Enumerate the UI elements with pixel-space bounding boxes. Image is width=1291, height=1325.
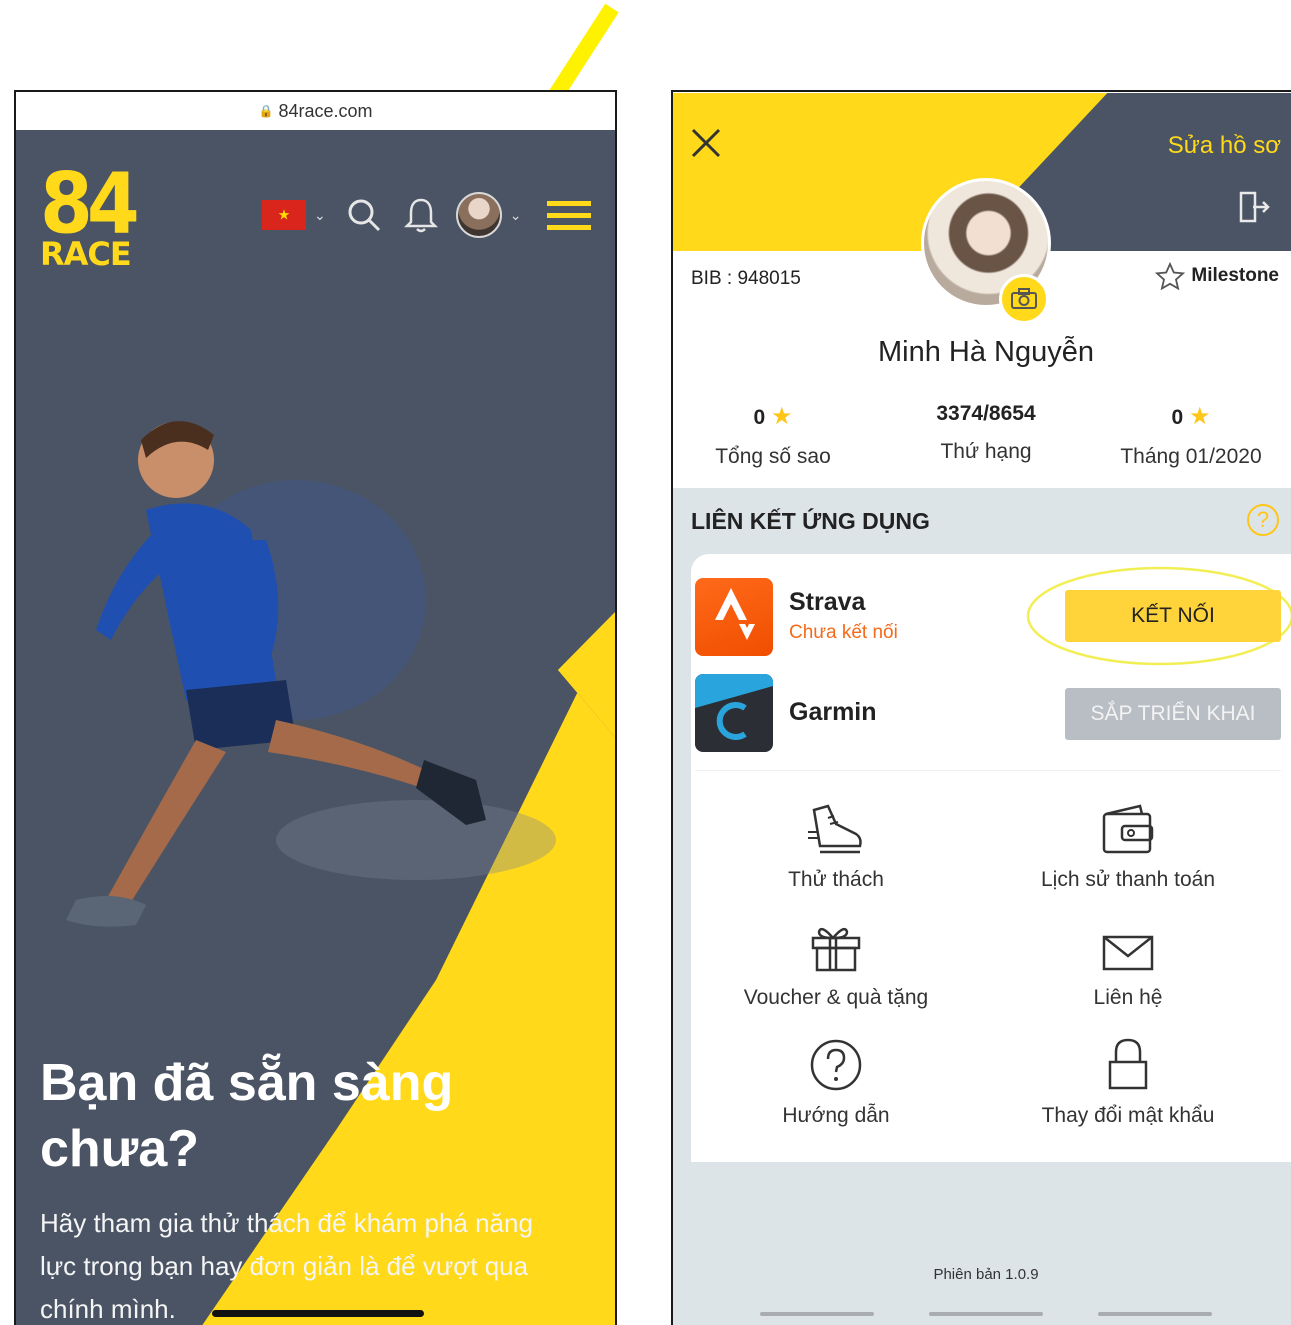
app-name-garmin: Garmin xyxy=(789,698,877,726)
strava-logo-icon xyxy=(695,578,773,656)
website-phone-screen: 🔒 84race.com 84 RACE ★ ⌄ ⌄ Bạn đã sẵn sà… xyxy=(14,90,617,1325)
profile-name: Minh Hà Nguyễn xyxy=(878,336,1094,368)
close-icon[interactable] xyxy=(689,126,723,160)
home-indicator[interactable] xyxy=(212,1310,424,1317)
84race-logo[interactable]: 84 RACE xyxy=(40,161,140,270)
vietnam-flag-icon[interactable]: ★ xyxy=(262,200,306,230)
bell-icon[interactable] xyxy=(403,196,438,234)
hero-section: 84 RACE ★ ⌄ ⌄ Bạn đã sẵn sàng chưa? Hãy … xyxy=(16,130,615,1325)
star-icon: ★ xyxy=(771,403,793,430)
app-status-strava: Chưa kết nối xyxy=(789,622,898,643)
menu-vouchers[interactable]: Voucher & quà tặng xyxy=(691,912,981,1010)
milestone-link[interactable]: Milestone xyxy=(1155,262,1279,290)
runner-illustration xyxy=(66,421,556,927)
menu-challenges[interactable]: Thử thách xyxy=(691,794,981,892)
chevron-down-icon[interactable]: ⌄ xyxy=(314,207,326,224)
stat-total-stars: 0 ★ Tổng số sao xyxy=(715,403,831,468)
connect-strava-button[interactable]: KẾT NỐI xyxy=(1065,590,1281,642)
menu-guide[interactable]: Hướng dẫn xyxy=(691,1030,981,1128)
menu-change-password[interactable]: Thay đổi mật khẩu xyxy=(983,1030,1273,1128)
header-icons: ★ ⌄ ⌄ xyxy=(262,192,592,238)
profile-stats: 0 ★ Tổng số sao 3374/8654 Thứ hạng 0 ★ T… xyxy=(673,402,1291,482)
wallet-icon xyxy=(1102,804,1154,854)
menu-contact[interactable]: Liên hệ xyxy=(983,912,1273,1010)
app-name-strava: Strava xyxy=(789,588,866,616)
browser-url-bar[interactable]: 🔒 84race.com xyxy=(16,92,615,130)
divider xyxy=(695,770,1281,771)
lock-icon: 🔒 xyxy=(258,104,274,118)
mail-icon xyxy=(1102,935,1154,971)
bib-number: BIB : 948015 xyxy=(691,268,801,289)
hero-headline: Bạn đã sẵn sàng chưa? xyxy=(40,1054,454,1178)
profile-footer: Phiên bản 1.0.9 xyxy=(673,1162,1291,1325)
camera-icon[interactable] xyxy=(999,274,1049,324)
app-link-section: LIÊN KẾT ỨNG DỤNG ? Strava Chưa kết nối … xyxy=(673,488,1291,1168)
app-link-card: Strava Chưa kết nối KẾT NỐI Garmin SẮP T… xyxy=(691,554,1291,1168)
stat-month-stars: 0 ★ Tháng 01/2020 xyxy=(1120,403,1262,468)
menu-icon[interactable] xyxy=(547,200,592,230)
app-row-strava: Strava Chưa kết nối KẾT NỐI xyxy=(695,566,1291,666)
star-icon: ★ xyxy=(1189,403,1211,430)
shoe-icon xyxy=(808,804,862,854)
garmin-logo-icon xyxy=(695,674,773,752)
avatar[interactable] xyxy=(455,192,502,238)
section-title: LIÊN KẾT ỨNG DỤNG xyxy=(691,508,930,534)
app-version: Phiên bản 1.0.9 xyxy=(933,1266,1039,1283)
help-icon[interactable]: ? xyxy=(1247,504,1279,536)
star-outline-icon xyxy=(1155,262,1186,290)
profile-phone-screen: Sửa hồ sơ BIB : 948015 Milestone Minh Hà… xyxy=(671,90,1291,1325)
coming-soon-button: SẮP TRIỂN KHAI xyxy=(1065,688,1281,740)
search-icon[interactable] xyxy=(346,197,382,233)
chevron-down-icon[interactable]: ⌄ xyxy=(510,207,522,224)
bottom-nav-indicators xyxy=(673,1312,1291,1316)
stat-rank: 3374/8654 Thứ hạng xyxy=(936,402,1036,463)
question-icon xyxy=(810,1039,862,1091)
logout-icon[interactable] xyxy=(1237,190,1271,224)
hero-subtext: Hãy tham gia thử thách để khám phá năng … xyxy=(40,1208,533,1324)
url-text: 84race.com xyxy=(278,100,373,121)
app-row-garmin: Garmin SẮP TRIỂN KHAI xyxy=(695,674,1285,752)
lock-icon xyxy=(1108,1038,1148,1090)
gift-icon xyxy=(811,927,861,972)
edit-profile-link[interactable]: Sửa hồ sơ xyxy=(1168,132,1281,160)
menu-payment-history[interactable]: Lịch sử thanh toán xyxy=(983,794,1273,892)
